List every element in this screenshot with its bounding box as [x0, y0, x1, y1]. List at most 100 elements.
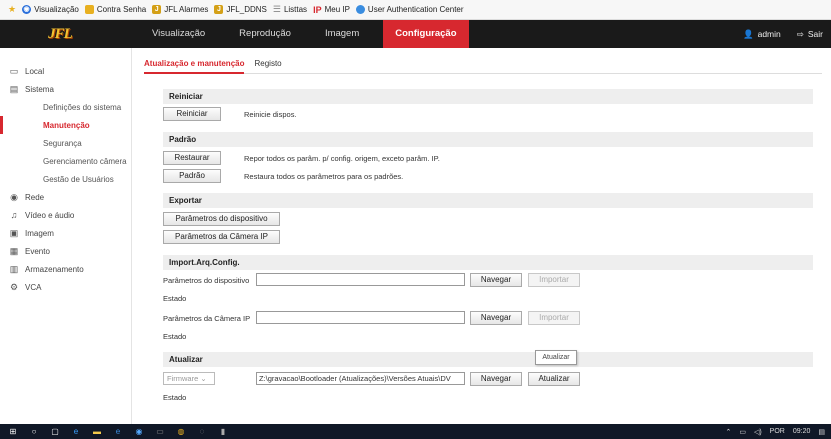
tab-log[interactable]: Registo [254, 56, 281, 74]
edge-icon[interactable]: e [71, 427, 81, 436]
sidebar-item-sistema[interactable]: ▤ Sistema [0, 80, 131, 98]
task-view-icon[interactable]: ▢ [50, 427, 60, 436]
sidebar-item-manutencao[interactable]: Manutenção [0, 116, 131, 134]
app4-icon[interactable]: ▮ [218, 427, 228, 436]
bookmarks-star-icon[interactable]: ★ [8, 4, 16, 15]
sidebar: ▭ Local ▤ Sistema Definições do sistema Ma… [0, 48, 132, 424]
section-import: Import.Arq.Config. [163, 255, 813, 270]
users-icon [355, 5, 365, 14]
sidebar-item-video-audio[interactable]: ♫ Vídeo e áudio [0, 206, 131, 224]
system-tray: ⌃ ▭ ◁) POR 09:20 ▤ [725, 424, 825, 439]
device-params-file-input[interactable] [256, 273, 465, 286]
restore-desc: Repor todos os parâm. p/ config. origem,… [244, 154, 440, 163]
ipcam-params-import-button[interactable]: Importar [528, 311, 580, 325]
firmware-browse-button[interactable]: Navegar [470, 372, 522, 386]
nav-visualizacao[interactable]: Visualização [142, 20, 215, 48]
app2-icon[interactable]: ▭ [155, 427, 165, 436]
sidebar-item-imagem[interactable]: ▣ Imagem [0, 224, 131, 242]
section-reboot: Reiniciar [163, 89, 813, 104]
device-params-label: Parâmetros do dispositivo [163, 276, 250, 285]
bookmark-contra-senha[interactable]: Contra Senha [84, 5, 146, 14]
image-icon: ▣ [9, 228, 19, 238]
device-params-status: Estado [163, 294, 187, 303]
page-icon [84, 5, 94, 14]
ipcam-params-label: Parâmetros da Câmera IP [163, 314, 251, 323]
bookmark-visualizacao[interactable]: ◉ Visualização [22, 5, 79, 14]
user-menu[interactable]: 👤 admin [743, 29, 781, 40]
export-ipcam-params-button[interactable]: Parâmetros da Câmera IP [163, 230, 280, 244]
reboot-desc: Reinicie dispos. [244, 110, 297, 119]
language-indicator[interactable]: POR [770, 428, 785, 435]
app-icon[interactable]: ◉ [134, 427, 144, 436]
jfl-icon: J [214, 5, 224, 14]
search-icon[interactable]: ○ [29, 427, 39, 436]
ipcam-params-status: Estado [163, 332, 187, 341]
logout-button[interactable]: ⇨ Sair [797, 29, 823, 40]
upgrade-tooltip: Atualizar [535, 350, 577, 365]
default-desc: Restaura todos os parâmetros para os pad… [244, 172, 404, 181]
default-button[interactable]: Padrão [163, 169, 221, 183]
ie-icon[interactable]: e [113, 427, 123, 436]
nav-reproducao[interactable]: Reprodução [229, 20, 301, 48]
windows-taskbar: ⊞ ○ ▢ e ▬ e ◉ ▭ ◍ ◌ ▮ ⌃ ▭ ◁) POR 09:20 ▤ [0, 424, 831, 439]
sidebar-item-evento[interactable]: ▦ Evento [0, 242, 131, 260]
nav-configuracao[interactable]: Configuração [383, 20, 469, 48]
sidebar-item-definicoes[interactable]: Definições do sistema [0, 98, 131, 116]
ip-icon: IP [313, 4, 322, 15]
user-area: 👤 admin ⇨ Sair [743, 20, 823, 48]
section-default: Padrão [163, 132, 813, 147]
storage-icon: ▥ [9, 264, 19, 274]
bookmark-jfl-ddns[interactable]: J JFL_DDNS [214, 5, 267, 14]
sidebar-item-rede[interactable]: ◉ Rede [0, 188, 131, 206]
section-upgrade: Atualizar [163, 352, 813, 367]
monitor-icon: ▭ [9, 66, 19, 76]
device-params-import-button[interactable]: Importar [528, 273, 580, 287]
ipcam-params-file-input[interactable] [256, 311, 465, 324]
firmware-path-input[interactable]: Z:\gravacao\Bootloader (Atualizações)\Ve… [256, 372, 465, 385]
network-tray-icon[interactable]: ▭ [739, 428, 746, 436]
clock[interactable]: 09:20 [793, 428, 811, 435]
device-params-browse-button[interactable]: Navegar [470, 273, 522, 287]
reboot-button[interactable]: Reiniciar [163, 107, 221, 121]
sidebar-item-seguranca[interactable]: Segurança [0, 134, 131, 152]
bookmark-user-auth[interactable]: User Authentication Center [355, 5, 464, 14]
chevron-up-icon[interactable]: ⌃ [725, 428, 731, 436]
sub-tabs: Atualização e manutenção Registo [144, 56, 822, 74]
windows-start-icon[interactable]: ⊞ [8, 427, 18, 436]
sidebar-item-gestao-usuarios[interactable]: Gestão de Usuários [0, 170, 131, 188]
user-icon: 👤 [743, 28, 754, 39]
firmware-upgrade-button[interactable]: Atualizar [528, 372, 580, 386]
app3-icon[interactable]: ◌ [197, 427, 207, 436]
tab-maintenance[interactable]: Atualização e manutenção [144, 56, 245, 74]
bookmark-jfl-alarmes[interactable]: J JFL Alarmes [152, 5, 208, 14]
volume-icon[interactable]: ◁) [754, 428, 762, 436]
bookmarks-bar: ★ ◉ Visualização Contra Senha J JFL Alarme… [0, 0, 831, 20]
system-icon: ▤ [9, 84, 19, 94]
section-export: Exportar [163, 193, 813, 208]
notifications-icon[interactable]: ▤ [818, 428, 825, 436]
top-header: JFL Visualização Reprodução Imagem Confi… [0, 20, 831, 48]
chrome-icon[interactable]: ◍ [176, 427, 186, 436]
list-icon: ☰ [272, 4, 281, 14]
sidebar-item-local[interactable]: ▭ Local [0, 62, 131, 80]
sidebar-item-armazenamento[interactable]: ▥ Armazenamento [0, 260, 131, 278]
main-nav: Visualização Reprodução Imagem Configura… [142, 20, 483, 48]
upgrade-status: Estado [163, 393, 187, 402]
bookmark-meu-ip[interactable]: IP Meu IP [313, 5, 350, 15]
ipcam-params-browse-button[interactable]: Navegar [470, 311, 522, 325]
video-audio-icon: ♫ [10, 210, 18, 220]
export-device-params-button[interactable]: Parâmetros do dispositivo [163, 212, 280, 226]
event-icon: ▦ [9, 246, 19, 256]
main-content: Atualização e manutenção Registo Reinici… [144, 48, 822, 424]
nav-imagem[interactable]: Imagem [315, 20, 369, 48]
restore-button[interactable]: Restaurar [163, 151, 221, 165]
explorer-icon[interactable]: ▬ [92, 427, 102, 436]
sidebar-item-vca[interactable]: ⚙ VCA [0, 278, 131, 296]
jfl-icon: J [152, 5, 162, 14]
sidebar-item-gerenciamento-camera[interactable]: Gerenciamento câmera [0, 152, 131, 170]
chevron-down-icon: ⌄ [200, 374, 207, 383]
upgrade-type-select[interactable]: Firmware ⌄ [163, 372, 215, 385]
bookmark-listtas[interactable]: ☰ Listtas [273, 4, 307, 15]
network-icon: ◉ [10, 192, 18, 202]
vca-icon: ⚙ [9, 282, 19, 292]
